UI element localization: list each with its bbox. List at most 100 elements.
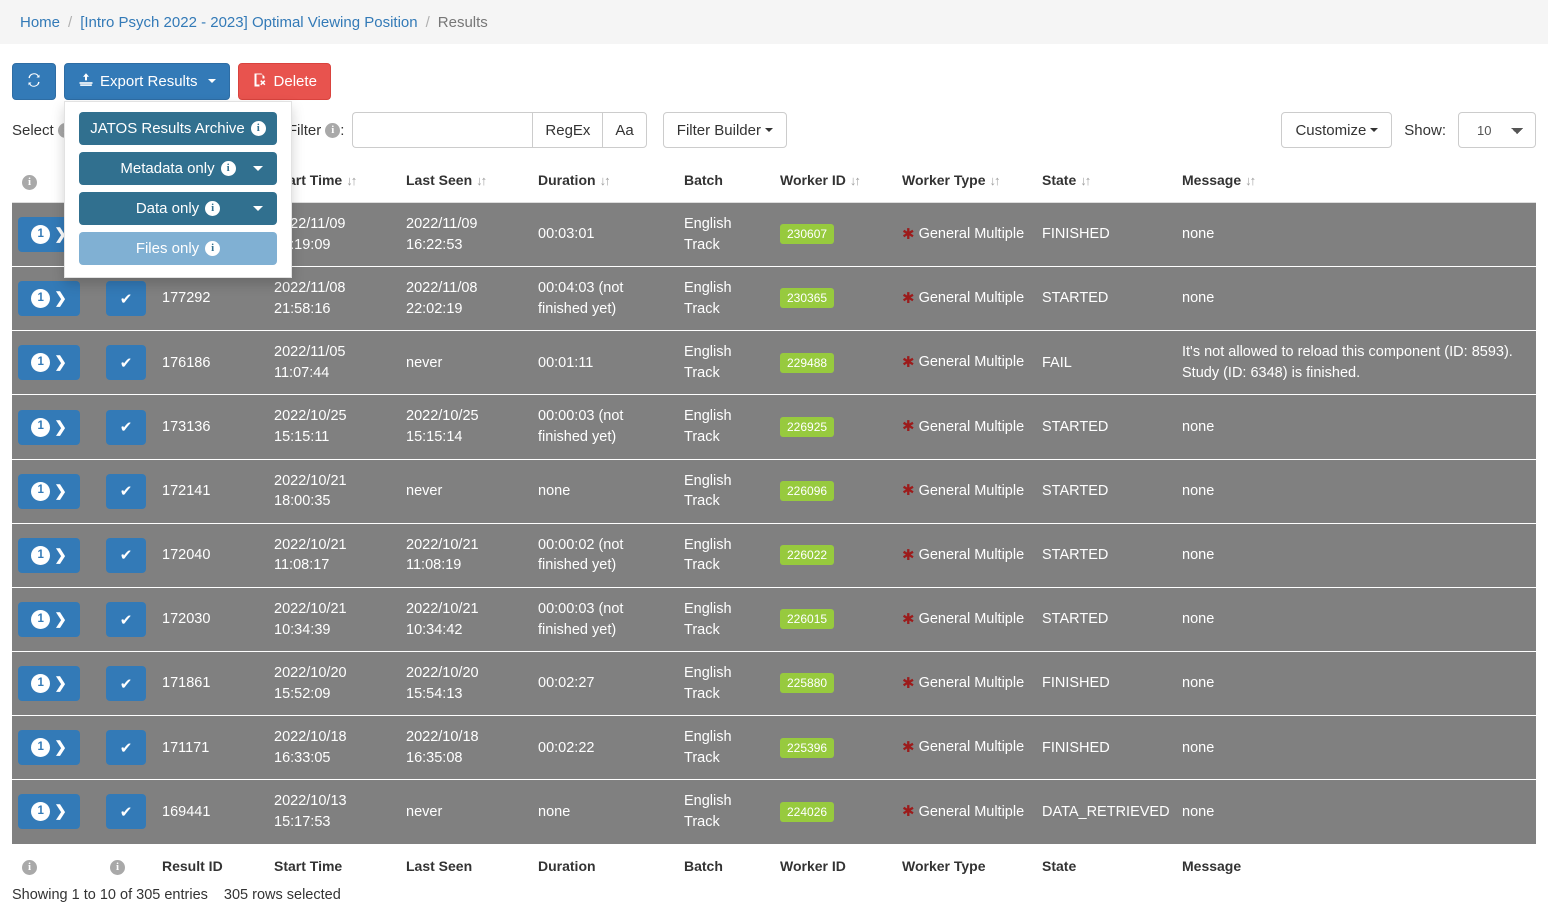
asterisk-icon: ✱ — [902, 225, 915, 243]
footer-duration: Duration — [532, 844, 678, 883]
export-menu-item-files[interactable]: Files only i — [79, 231, 277, 265]
info-icon[interactable]: i — [250, 120, 266, 136]
customize-button[interactable]: Customize — [1281, 112, 1393, 148]
expand-components-button[interactable]: 1 ❯ — [18, 281, 80, 317]
table-row[interactable]: 1 ❯ ✔ 169441 2022/10/13 15:17:53 never none Engl… — [12, 779, 1536, 845]
footer-start-time: Start Time — [268, 844, 400, 883]
cell-state: STARTED — [1036, 523, 1176, 588]
worker-id-badge[interactable]: 226022 — [780, 545, 835, 566]
expand-components-button[interactable]: 1 ❯ — [18, 473, 80, 509]
info-icon[interactable]: i — [220, 160, 236, 176]
regex-toggle-button[interactable]: RegEx — [532, 112, 603, 148]
worker-id-badge[interactable]: 230365 — [780, 288, 835, 309]
header-duration[interactable]: Duration ↓↑ — [532, 164, 678, 203]
chevron-down-icon[interactable] — [253, 205, 263, 211]
worker-id-badge[interactable]: 225396 — [780, 737, 835, 758]
table-row[interactable]: 1 ❯ ✔ 172030 2022/10/21 10:34:39 2022/10/21 10:… — [12, 587, 1536, 653]
case-sensitive-toggle-button[interactable]: Aa — [602, 112, 647, 148]
check-icon: ✔ — [119, 354, 133, 372]
table-row[interactable]: 1 ❯ ✔ 172040 2022/10/21 11:08:17 2022/10/21 11:… — [12, 523, 1536, 588]
row-select-cell: ✔ — [100, 779, 156, 845]
row-checkbox-button[interactable]: ✔ — [106, 730, 146, 766]
check-icon: ✔ — [119, 803, 133, 821]
info-icon[interactable]: i — [325, 122, 341, 138]
row-expand-cell: 1 ❯ — [12, 651, 100, 717]
component-count-badge: 1 — [31, 353, 51, 373]
breadcrumb-separator-1: / — [68, 13, 73, 31]
expand-components-button[interactable]: 1 ❯ — [18, 794, 80, 830]
cell-result-id: 171861 — [156, 651, 268, 717]
cell-worker-type: ✱ General Multiple — [896, 266, 1036, 332]
info-icon[interactable]: i — [110, 859, 125, 875]
header-state[interactable]: State ↓↑ — [1036, 164, 1176, 203]
cell-state: DATA_RETRIEVED — [1036, 779, 1176, 845]
info-icon[interactable]: i — [22, 175, 37, 190]
row-checkbox-button[interactable]: ✔ — [106, 345, 146, 381]
cell-worker-type: ✱ General Multiple — [896, 394, 1036, 460]
export-menu-item-archive[interactable]: JATOS Results Archive i — [79, 111, 277, 145]
expand-components-button[interactable]: 1 ❯ — [18, 537, 80, 573]
row-checkbox-button[interactable]: ✔ — [106, 666, 146, 702]
table-row[interactable]: 1 ❯ ✔ 171171 2022/10/18 16:33:05 2022/10/18 16:… — [12, 715, 1536, 781]
info-icon[interactable]: i — [22, 859, 37, 875]
show-entries-select[interactable]: 10 — [1458, 112, 1536, 148]
header-message[interactable]: Message ↓↑ — [1176, 164, 1536, 203]
row-checkbox-button[interactable]: ✔ — [106, 537, 146, 573]
export-results-button[interactable]: Export Results — [64, 62, 230, 100]
check-icon: ✔ — [119, 611, 133, 629]
refresh-button[interactable] — [12, 62, 56, 100]
export-dropdown-wrapper: Export Results JATOS Results Archive i M… — [64, 62, 292, 278]
check-icon: ✔ — [119, 675, 133, 693]
row-checkbox-button[interactable]: ✔ — [106, 473, 146, 509]
worker-id-badge[interactable]: 229488 — [780, 352, 835, 373]
header-last-seen-label: Last Seen — [406, 172, 473, 188]
header-last-seen[interactable]: Last Seen ↓↑ — [400, 164, 532, 203]
worker-type-label: General Multiple — [918, 354, 1025, 371]
delete-button[interactable]: Delete — [237, 62, 331, 100]
expand-components-button[interactable]: 1 ❯ — [18, 345, 80, 381]
cell-message: none — [1176, 459, 1536, 524]
export-menu-item-metadata[interactable]: Metadata only i — [79, 151, 277, 185]
cell-worker-id: 226022 — [774, 523, 896, 588]
table-row[interactable]: 1 ❯ ✔ 171861 2022/10/20 15:52:09 2022/10/20 15:… — [12, 651, 1536, 717]
cell-batch: English Track — [678, 459, 774, 524]
info-icon[interactable]: i — [205, 240, 221, 256]
row-checkbox-button[interactable]: ✔ — [106, 281, 146, 317]
worker-id-badge[interactable]: 226015 — [780, 609, 835, 630]
export-menu-item-data[interactable]: Data only i — [79, 191, 277, 225]
worker-id-badge[interactable]: 225880 — [780, 673, 835, 694]
show-label: Show: — [1404, 121, 1446, 139]
expand-components-button[interactable]: 1 ❯ — [18, 602, 80, 638]
export-menu-item-data-label: Data only — [135, 199, 200, 217]
cell-duration: 00:03:01 — [532, 202, 678, 268]
table-row[interactable]: 1 ❯ ✔ 172141 2022/10/21 18:00:35 never none Engl… — [12, 459, 1536, 524]
expand-components-button[interactable]: 1 ❯ — [18, 409, 80, 445]
info-icon[interactable]: i — [205, 200, 221, 216]
table-row[interactable]: 1 ❯ ✔ 173136 2022/10/25 15:15:11 2022/10/25 15:… — [12, 394, 1536, 460]
header-worker-type[interactable]: Worker Type ↓↑ — [896, 164, 1036, 203]
worker-id-badge[interactable]: 224026 — [780, 801, 835, 822]
expand-components-button[interactable]: 1 ❯ — [18, 666, 80, 702]
row-checkbox-button[interactable]: ✔ — [106, 602, 146, 638]
cell-worker-type: ✱ General Multiple — [896, 715, 1036, 781]
expand-components-button[interactable]: 1 ❯ — [18, 730, 80, 766]
worker-id-badge[interactable]: 230607 — [780, 224, 835, 245]
table-body: 1❯✔1776892022/11/0916:19:092022/11/0916:… — [12, 202, 1536, 845]
filter-input[interactable] — [352, 112, 533, 148]
worker-id-badge[interactable]: 226096 — [780, 480, 835, 501]
asterisk-icon: ✱ — [902, 482, 915, 500]
header-worker-id[interactable]: Worker ID ↓↑ — [774, 164, 896, 203]
filter-builder-button[interactable]: Filter Builder — [662, 112, 787, 148]
cell-worker-type: ✱ General Multiple — [896, 587, 1036, 653]
breadcrumb-study-link[interactable]: [Intro Psych 2022 - 2023] Optimal Viewin… — [80, 14, 417, 31]
chevron-down-icon[interactable] — [253, 165, 263, 171]
asterisk-icon: ✱ — [902, 803, 915, 821]
row-checkbox-button[interactable]: ✔ — [106, 794, 146, 830]
worker-type-label: General Multiple — [918, 611, 1025, 628]
cell-last-seen: never — [400, 779, 532, 845]
breadcrumb-home-link[interactable]: Home — [20, 14, 60, 31]
table-row[interactable]: 1 ❯ ✔ 176186 2022/11/05 11:07:44 never 00:01:11… — [12, 330, 1536, 396]
worker-id-badge[interactable]: 226925 — [780, 416, 835, 437]
header-batch[interactable]: Batch — [678, 164, 774, 203]
row-checkbox-button[interactable]: ✔ — [106, 409, 146, 445]
